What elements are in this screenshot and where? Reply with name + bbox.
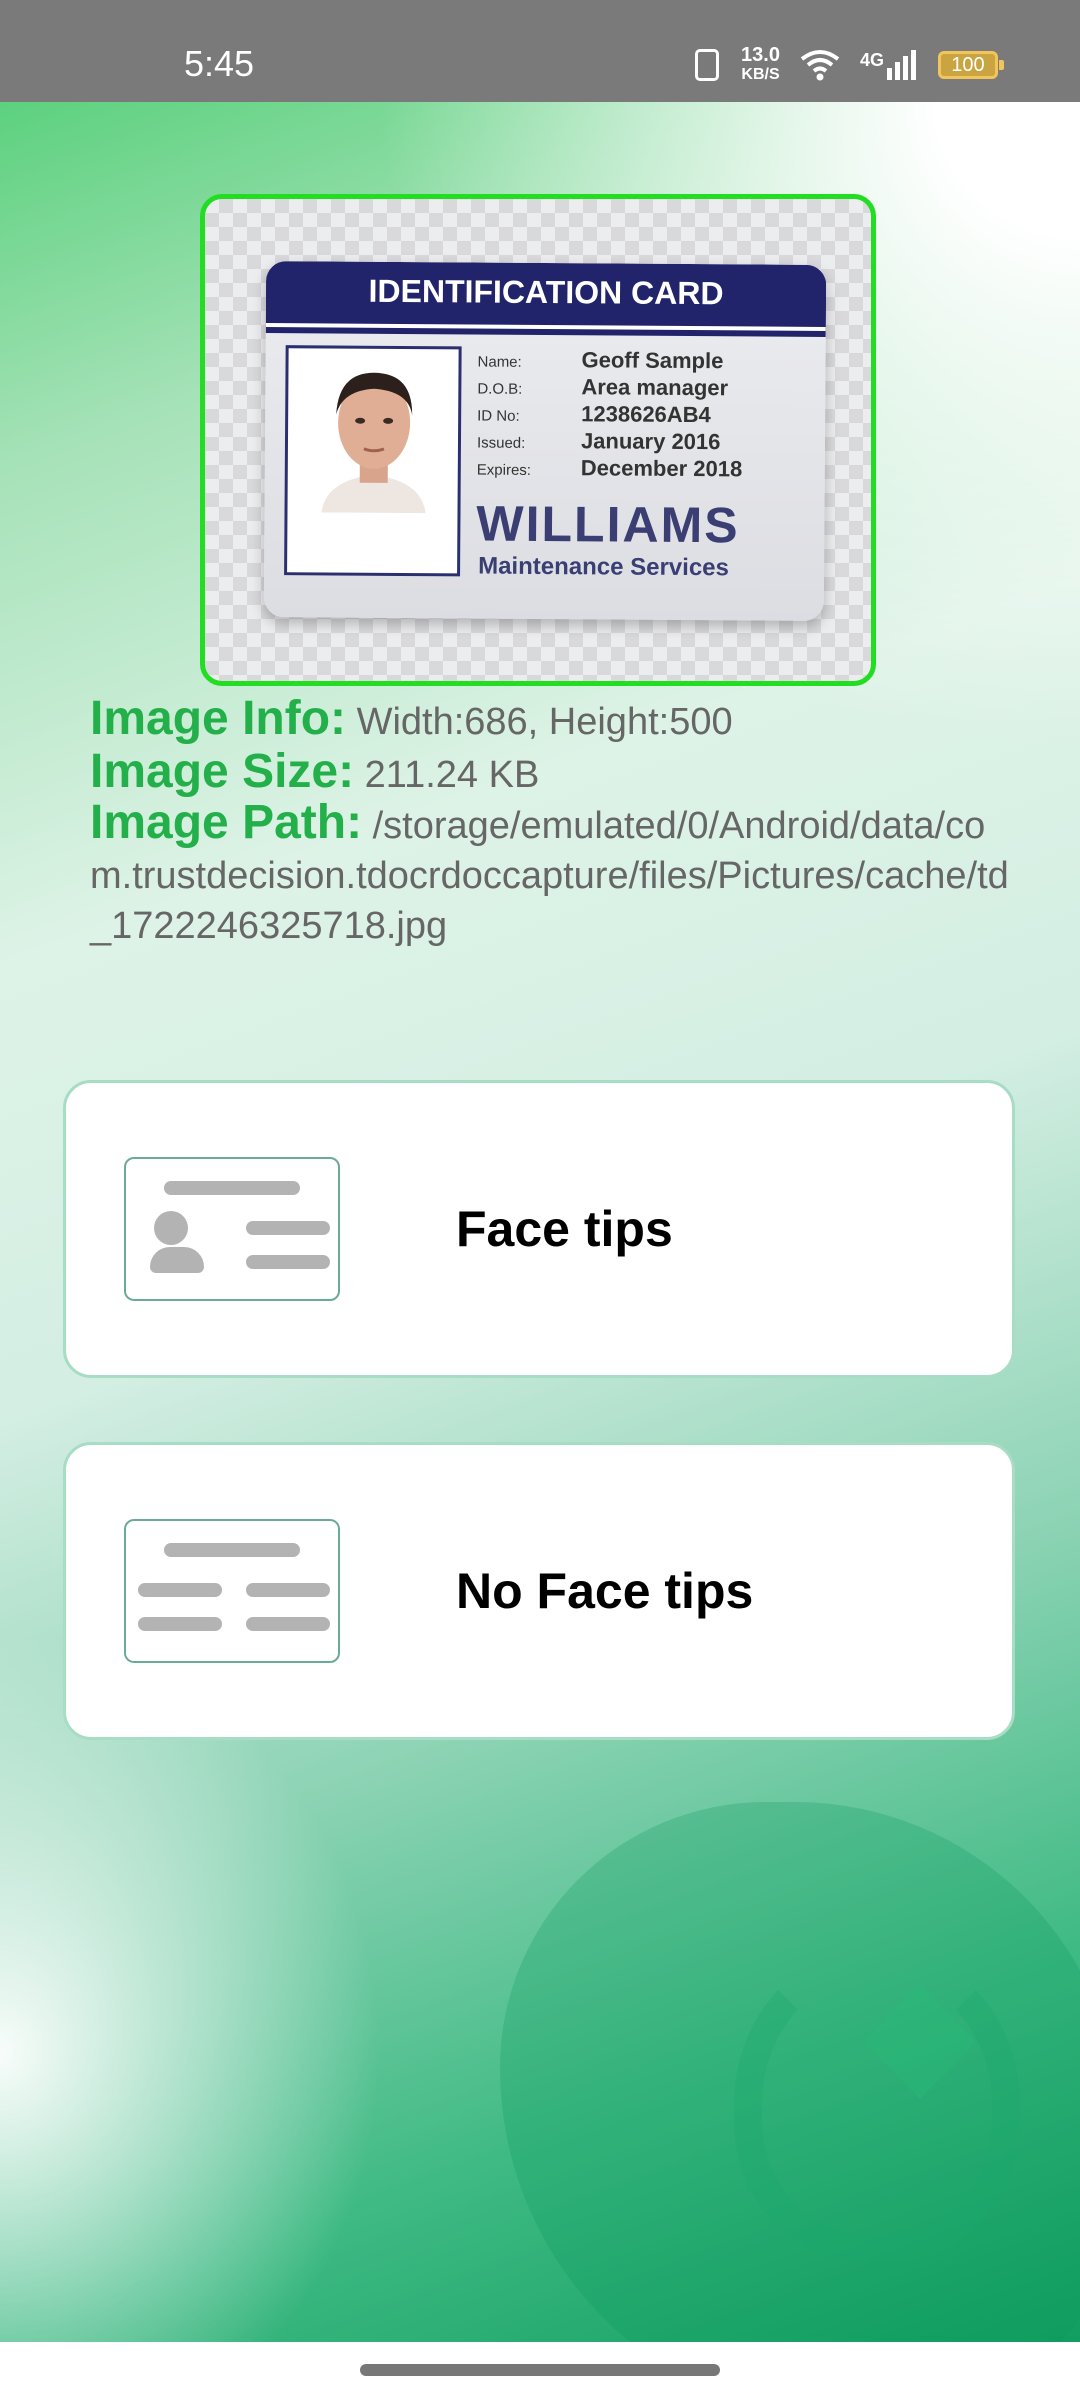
main-content: IDENTIFICATION CARD Name: Geoff Sample D…	[0, 102, 1080, 2342]
id-field-label: D.O.B:	[477, 380, 523, 398]
id-card-header: IDENTIFICATION CARD	[265, 261, 827, 331]
face-tips-button[interactable]: Face tips	[63, 1080, 1015, 1378]
id-field-value: Area manager	[581, 374, 729, 401]
network-speed-value: 13.0	[741, 44, 780, 66]
id-field-row: Name: Geoff Sample	[477, 347, 807, 376]
image-info-label: Image Info:	[90, 692, 347, 745]
wifi-icon	[800, 50, 840, 81]
id-field-row: Issued: January 2016	[477, 428, 807, 457]
no-face-tips-button[interactable]: No Face tips	[63, 1442, 1015, 1740]
network-speed-unit: KB/S	[741, 66, 780, 83]
no-face-tips-label: No Face tips	[456, 1563, 754, 1619]
image-size-value: 211.24 KB	[364, 754, 540, 796]
face-portrait-icon	[311, 362, 437, 514]
face-tips-label: Face tips	[456, 1201, 673, 1257]
image-size-line: Image Size: 211.24 KB	[90, 747, 1010, 800]
image-path-line: Image Path: /storage/emulated/0/Android/…	[90, 798, 1010, 951]
id-field-row: Expires: December 2018	[477, 455, 807, 484]
captured-image-frame: IDENTIFICATION CARD Name: Geoff Sample D…	[200, 194, 876, 686]
captured-id-card-image: IDENTIFICATION CARD Name: Geoff Sample D…	[263, 261, 827, 621]
image-size-label: Image Size:	[90, 745, 355, 798]
id-field-value: Geoff Sample	[581, 347, 724, 374]
cell-type-label: 4G	[859, 50, 884, 70]
id-card-company-subtitle: Maintenance Services	[478, 552, 730, 582]
cell-signal: 4G	[860, 50, 916, 80]
id-card-with-face-icon	[124, 1157, 340, 1301]
background-decoration-ring	[734, 1946, 1020, 2262]
id-card-photo	[284, 345, 462, 577]
battery-icon: 100	[938, 51, 1004, 79]
id-card-text-only-icon	[124, 1519, 340, 1663]
status-icons: 13.0 KB/S 4G 100	[695, 40, 1004, 90]
id-field-value: December 2018	[580, 455, 743, 482]
image-info-block: Image Info: Width:686, Height:500 Image …	[90, 694, 1010, 951]
id-card-fields: Name: Geoff Sample D.O.B: Area manager I…	[477, 347, 808, 484]
id-field-label: Name:	[477, 353, 522, 371]
id-field-row: D.O.B: Area manager	[477, 374, 807, 403]
id-field-row: ID No: 1238626AB4	[477, 401, 807, 430]
image-info-value: Width:686, Height:500	[356, 701, 733, 743]
home-indicator[interactable]	[360, 2364, 720, 2376]
image-path-label: Image Path:	[90, 796, 363, 849]
id-field-label: Expires:	[476, 461, 532, 479]
signal-bars-icon	[887, 50, 916, 80]
image-info-line: Image Info: Width:686, Height:500	[90, 694, 1010, 747]
id-field-label: ID No:	[477, 407, 520, 425]
network-speed: 13.0 KB/S	[741, 44, 780, 84]
status-bar: 5:45 13.0 KB/S 4G 100	[0, 0, 1080, 102]
vibrate-icon	[695, 49, 720, 81]
id-field-value: January 2016	[580, 428, 721, 455]
clock: 5:45	[184, 43, 255, 84]
id-card-company: WILLIAMS	[476, 495, 740, 554]
id-field-value: 1238626AB4	[581, 401, 711, 428]
id-field-label: Issued:	[476, 434, 526, 452]
